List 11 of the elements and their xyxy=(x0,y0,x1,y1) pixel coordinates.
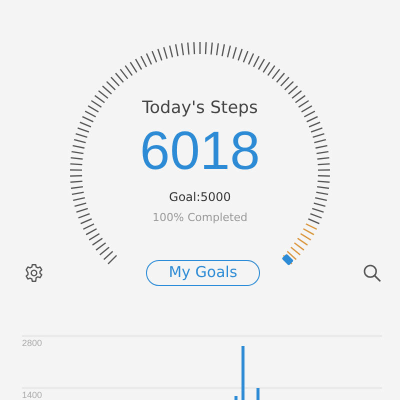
my-goals-button[interactable]: My Goals xyxy=(146,260,260,286)
completion-text: 100% Completed xyxy=(152,210,248,226)
axis-label: 1400 xyxy=(22,390,42,400)
search-icon[interactable] xyxy=(362,263,382,283)
axis-label: 2800 xyxy=(22,338,42,348)
step-count: 6018 xyxy=(140,122,260,182)
gauge-title: Today's Steps xyxy=(142,98,258,118)
settings-icon[interactable] xyxy=(24,263,44,283)
goal-text: Goal:5000 xyxy=(169,188,231,206)
step-bars-drawing xyxy=(234,346,260,400)
progress-marker xyxy=(282,254,294,266)
